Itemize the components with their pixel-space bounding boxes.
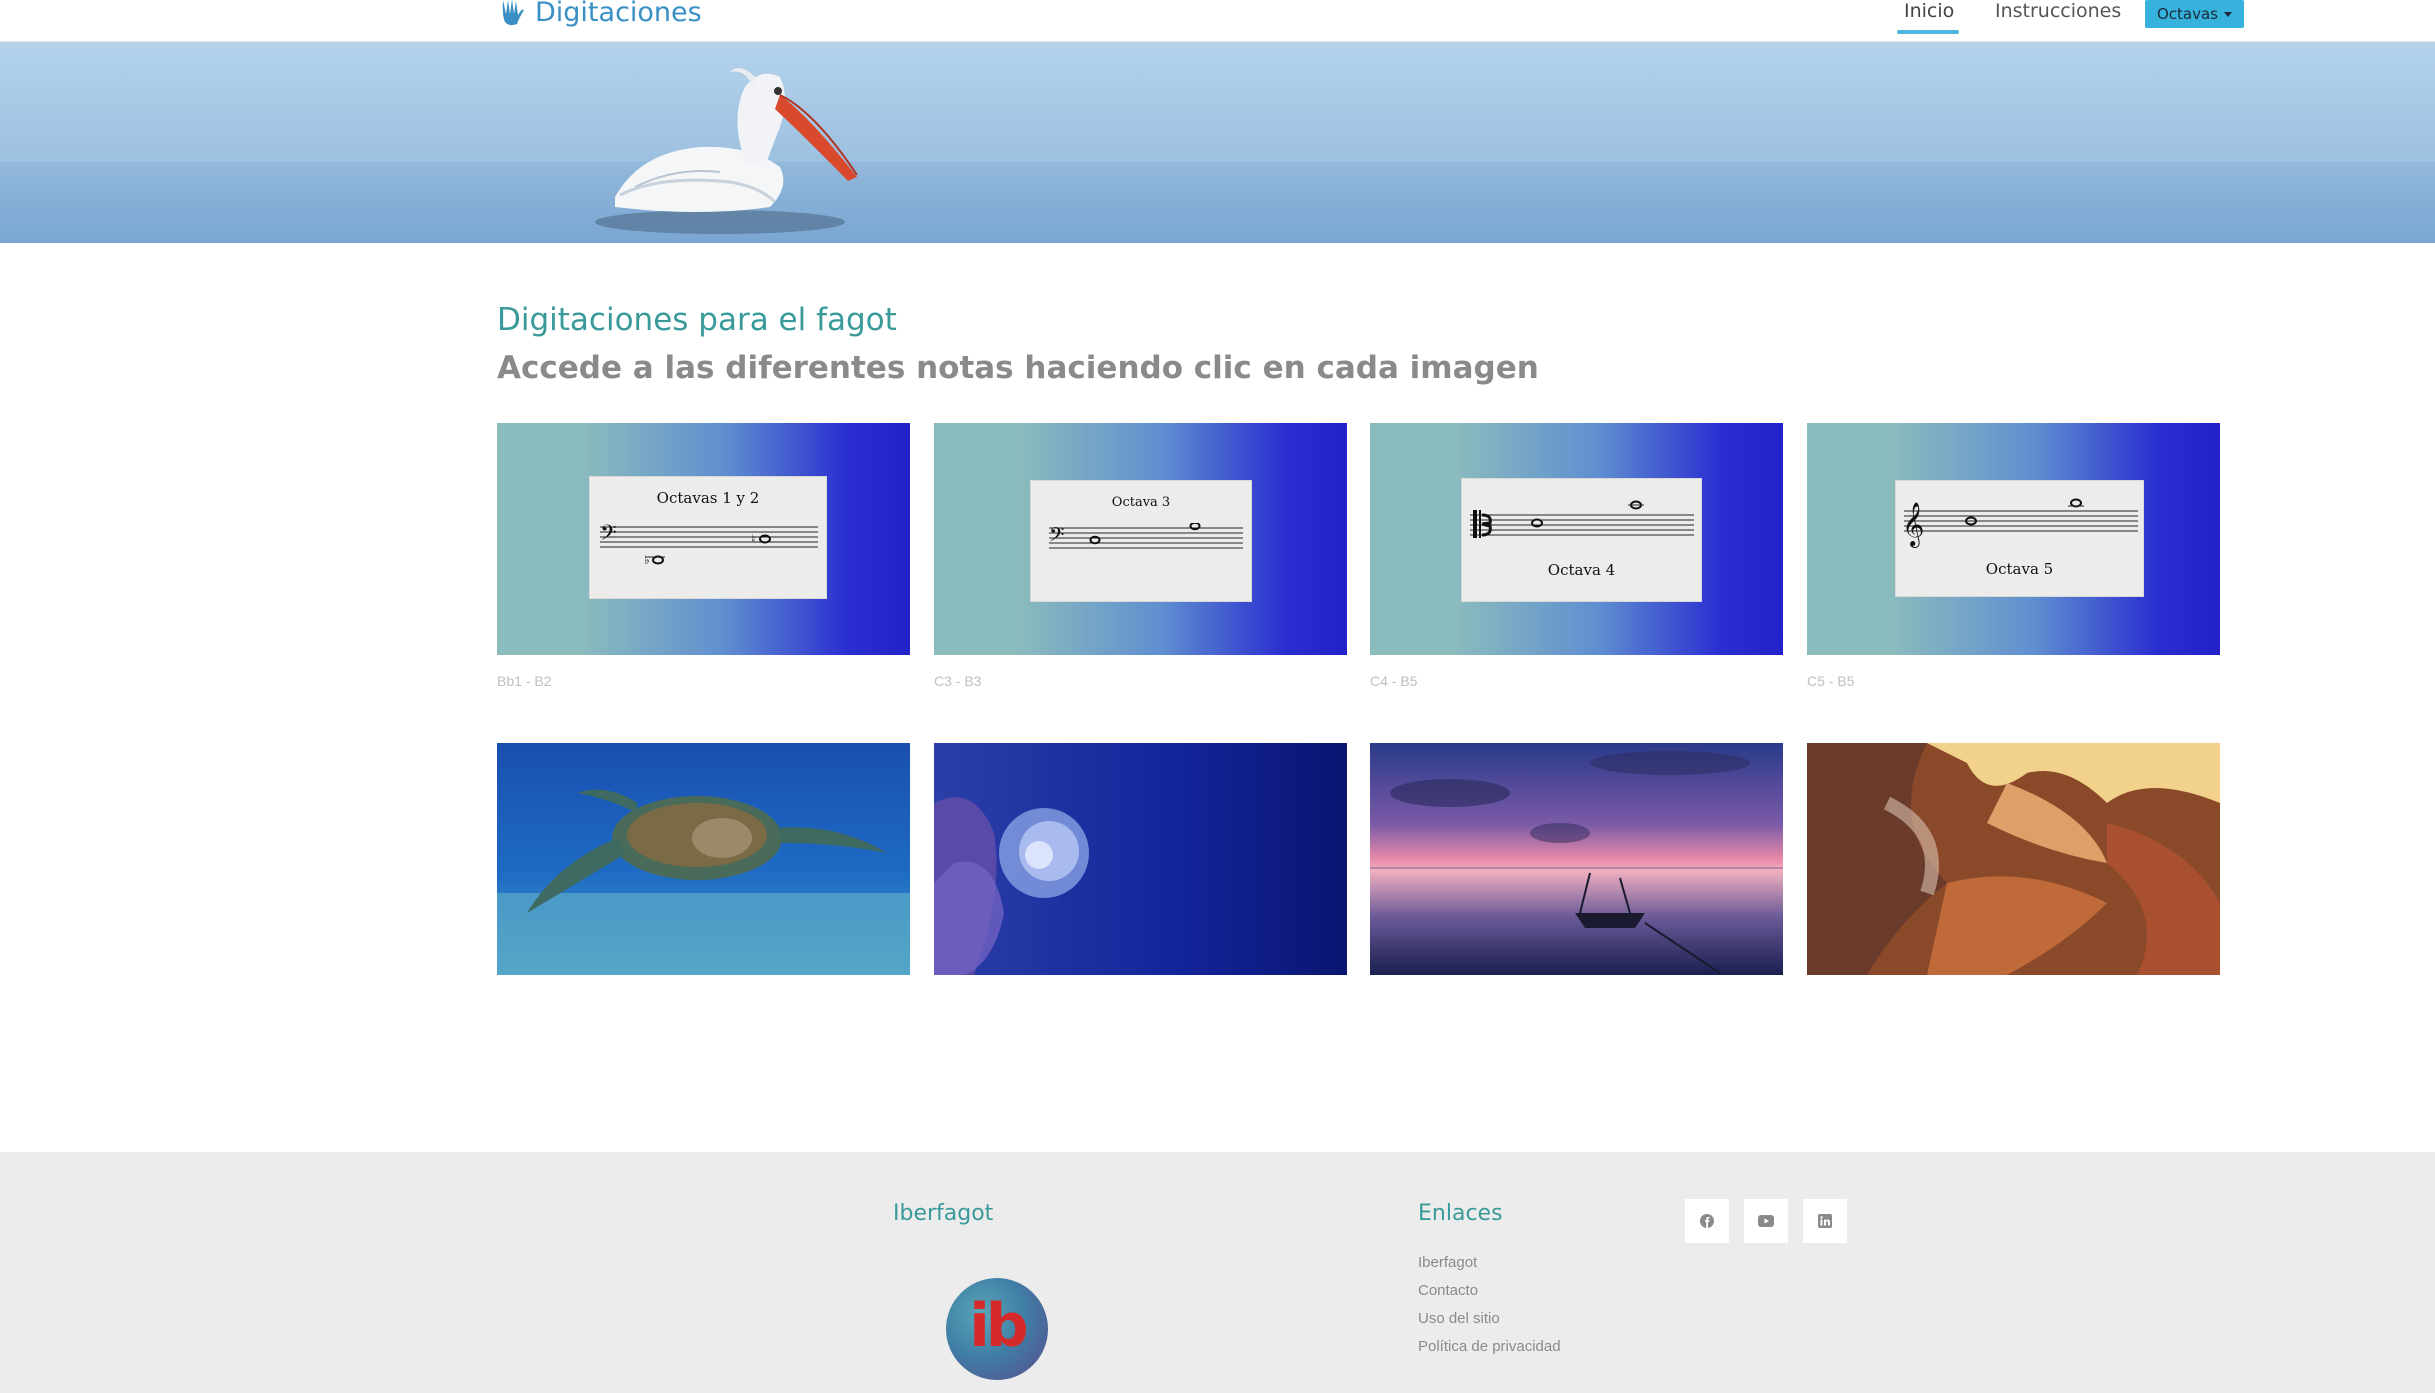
footer-link-contacto[interactable]: Contacto	[1418, 1282, 1478, 1299]
active-nav-indicator	[1897, 30, 1959, 34]
iberfagot-logo[interactable]: ib	[946, 1278, 1048, 1380]
photo-card-2[interactable]	[934, 743, 1347, 979]
footer	[0, 1152, 2435, 1393]
octave-range-caption: C5 - B5	[1807, 673, 1855, 689]
octave-range-caption: C4 - B5	[1370, 673, 1418, 689]
nav-link-instrucciones[interactable]: Instrucciones	[1995, 0, 2121, 26]
caret-down-icon	[2224, 11, 2232, 17]
sheet-title: Octavas 1 y 2	[656, 489, 760, 507]
svg-text:♮: ♮	[751, 532, 755, 546]
brand-link[interactable]: Digitaciones	[497, 0, 702, 30]
svg-text:𝄢: 𝄢	[600, 522, 617, 551]
octave-card-4[interactable]: 𝄞 Octava 5 C5 - B5	[1807, 423, 2220, 689]
octave-range-caption: Bb1 - B2	[497, 673, 552, 689]
photo-card-1[interactable]	[497, 743, 910, 979]
page-subtitle: Accede a las diferentes notas haciendo c…	[497, 350, 1539, 386]
footer-link-uso-del-sitio[interactable]: Uso del sitio	[1418, 1310, 1500, 1327]
octave-card-image[interactable]: 𝄞 Octava 5	[1807, 423, 2220, 655]
pelican-image	[595, 68, 858, 234]
bass-clef-icon: 𝄢	[1049, 523, 1243, 551]
footer-brand-title: Iberfagot	[893, 1201, 994, 1226]
sunset-boat-photo[interactable]	[1370, 743, 1783, 975]
svg-text:𝄢: 𝄢	[1049, 523, 1064, 551]
music-sheet: Octava 4	[1461, 478, 1702, 602]
svg-text:𝄞: 𝄞	[1904, 502, 1924, 548]
octave-card-3[interactable]: Octava 4 C4 - B5	[1370, 423, 1783, 689]
octave-card-1[interactable]: Octavas 1 y 2 𝄢 ♭ ♮ Bb1 - B2	[497, 423, 910, 689]
logo-text: ib	[969, 1291, 1028, 1361]
sheet-title: Octava 5	[1985, 560, 2054, 578]
octave-card-image[interactable]: Octavas 1 y 2 𝄢 ♭ ♮	[497, 423, 910, 655]
hand-icon	[502, 0, 524, 26]
octave-card-image[interactable]: Octava 4	[1370, 423, 1783, 655]
photo-card-3[interactable]	[1370, 743, 1783, 979]
youtube-button[interactable]	[1744, 1199, 1788, 1243]
octave-range-caption: C3 - B3	[934, 673, 982, 689]
page-title: Digitaciones para el fagot	[497, 302, 897, 338]
dropdown-label: Octavas	[2156, 5, 2218, 23]
music-sheet: Octavas 1 y 2 𝄢 ♭ ♮	[589, 476, 827, 599]
bass-clef-icon: 𝄢 ♭ ♮	[600, 522, 818, 567]
octave-card-image[interactable]: Octava 3 𝄢	[934, 423, 1347, 655]
sheet-title: Octava 3	[1111, 495, 1171, 510]
treble-clef-icon: 𝄞	[1904, 498, 2138, 548]
svg-text:♭: ♭	[644, 553, 650, 567]
hero-water	[0, 162, 2435, 243]
linkedin-button[interactable]	[1803, 1199, 1847, 1243]
sea-turtle-photo[interactable]	[497, 743, 910, 975]
anemone-photo[interactable]	[934, 743, 1347, 975]
top-navbar: Digitaciones Inicio Instrucciones Octava…	[0, 0, 2435, 42]
linkedin-icon	[1818, 1214, 1832, 1228]
octavas-dropdown-button[interactable]: Octavas	[2145, 0, 2244, 28]
photo-card-4[interactable]	[1807, 743, 2220, 979]
nav-link-inicio[interactable]: Inicio	[1904, 0, 1954, 26]
octave-card-2[interactable]: Octava 3 𝄢 C3 - B3	[934, 423, 1347, 689]
footer-links-title: Enlaces	[1418, 1201, 1503, 1226]
facebook-button[interactable]	[1685, 1199, 1729, 1243]
footer-link-iberfagot[interactable]: Iberfagot	[1418, 1254, 1477, 1271]
brand-name: Digitaciones	[535, 0, 702, 28]
sheet-title: Octava 4	[1547, 561, 1616, 579]
music-sheet: 𝄞 Octava 5	[1895, 480, 2144, 597]
facebook-icon	[1700, 1214, 1714, 1228]
hero-banner	[0, 42, 2435, 243]
music-sheet: Octava 3 𝄢	[1030, 480, 1252, 602]
youtube-icon	[1758, 1215, 1774, 1227]
footer-link-politica-privacidad[interactable]: Política de privacidad	[1418, 1338, 1561, 1355]
tenor-clef-icon	[1470, 500, 1694, 538]
canyon-photo[interactable]	[1807, 743, 2220, 975]
